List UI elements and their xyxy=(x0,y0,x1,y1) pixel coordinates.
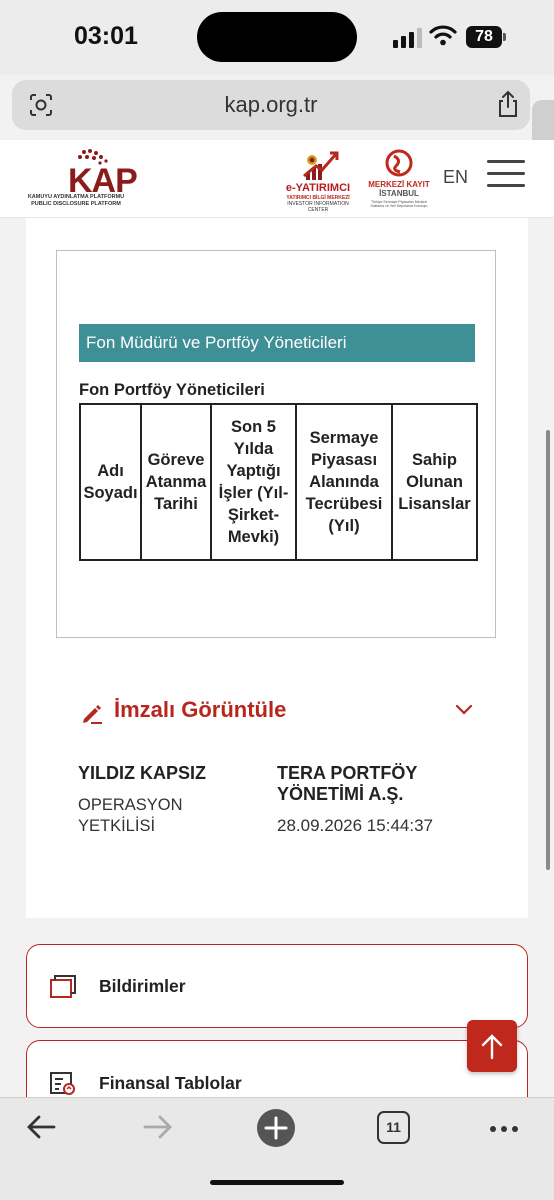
mkk-title-line2: İSTANBUL xyxy=(379,189,419,198)
kap-logo-subtitle: KAMUYU AYDINLATMA PLATFORMU PUBLIC DISCL… xyxy=(24,194,128,208)
signer-role-line2: YETKİLİSİ xyxy=(78,817,156,835)
signature-date: 28.09.2026 15:44:37 xyxy=(277,816,433,835)
company-name: TERA PORTFÖY YÖNETİMİ A.Ş. xyxy=(277,763,477,805)
kap-logo-line1: KAMUYU AYDINLATMA PLATFORMU xyxy=(27,194,125,200)
back-arrow-icon[interactable] xyxy=(24,1110,58,1149)
header-past-work-line3: Yaptığı xyxy=(226,462,281,480)
header-appointment-line1: Göreve xyxy=(147,451,205,469)
nav-item-label: Bildirimler xyxy=(99,976,186,996)
header-name: Adı Soyadı xyxy=(79,403,142,561)
header-licenses-line2: Olunan xyxy=(406,473,463,491)
status-bar: 03:01 78 xyxy=(0,0,554,75)
section-title-bar: Fon Müdürü ve Portföy Yöneticileri xyxy=(79,324,475,362)
header-experience-line1: Sermaye xyxy=(309,429,379,447)
header-past-work-line5: Şirket- xyxy=(227,506,280,524)
address-bar[interactable]: kap.org.tr xyxy=(12,80,530,130)
company-name-line1: TERA PORTFÖY xyxy=(277,763,418,783)
e-yatirimci-sub2: INVESTOR INFORMATION CENTER xyxy=(287,201,349,213)
mkk-title: MERKEZİ KAYIT İSTANBUL xyxy=(368,180,430,198)
header-experience: Sermaye Piyasası Alanında Tecrübesi (Yıl… xyxy=(295,403,393,561)
header-experience-line3: Alanında xyxy=(309,473,379,491)
battery-tip xyxy=(503,33,506,41)
fund-portfolio-managers-heading: Fon Portföy Yöneticileri xyxy=(79,381,265,399)
header-past-work-line1: Son 5 xyxy=(231,418,276,436)
new-tab-plus-icon[interactable] xyxy=(256,1108,296,1153)
header-appointment-date: Göreve Atanma Tarihi xyxy=(140,403,212,561)
header-experience-line5: (Yıl) xyxy=(328,517,360,535)
chevron-down-icon[interactable] xyxy=(455,703,473,721)
header-past-work-line4: İşler (Yıl- xyxy=(218,484,289,502)
notifications-icon xyxy=(49,973,77,1004)
signer-role: OPERASYON YETKİLİSİ xyxy=(78,795,228,837)
header-appointment-line3: Tarihi xyxy=(154,495,198,513)
kap-logo-line2: PUBLIC DISCLOSURE PLATFORM xyxy=(31,201,121,207)
scrollbar[interactable] xyxy=(546,430,550,870)
scroll-to-top-button[interactable] xyxy=(467,1020,517,1072)
header-past-work-line2: Yılda xyxy=(233,440,274,458)
signal-icon xyxy=(393,28,422,48)
signed-view-label[interactable]: İmzalı Görüntüle xyxy=(114,697,286,723)
signer-role-line1: OPERASYON xyxy=(78,796,183,814)
battery-icon: 78 xyxy=(466,26,502,48)
site-header: KAP KAMUYU AYDINLATMA PLATFORMU PUBLIC D… xyxy=(0,140,554,218)
header-past-work: Son 5 Yılda Yaptığı İşler (Yıl- Şirket- … xyxy=(210,403,297,561)
header-experience-line2: Piyasası xyxy=(310,451,378,469)
e-yatirimci-subtitle: YATIRIMCI BİLGİ MERKEZİ INVESTOR INFORMA… xyxy=(280,195,356,213)
dynamic-island xyxy=(197,12,357,62)
header-name-line1: Adı xyxy=(97,462,124,480)
mkk-subtitle: Türkiye Sermaye Piyasaları Merkezi Sakla… xyxy=(370,200,428,208)
header-past-work-line6: Mevki) xyxy=(227,528,280,546)
tabs-icon[interactable]: 11 xyxy=(377,1111,410,1144)
kap-logo[interactable]: KAP KAMUYU AYDINLATMA PLATFORMU PUBLIC D… xyxy=(24,148,138,214)
hamburger-icon[interactable] xyxy=(487,160,525,190)
arrow-up-icon xyxy=(481,1034,503,1060)
pen-icon xyxy=(80,701,104,730)
language-switch[interactable]: EN xyxy=(443,167,468,188)
wifi-icon xyxy=(429,24,457,51)
header-appointment-line2: Atanma xyxy=(145,473,207,491)
e-yatirimci-title: e-YATIRIMCI xyxy=(285,182,351,194)
header-licenses-line1: Sahip xyxy=(412,451,457,469)
header-licenses-line3: Lisanslar xyxy=(398,495,471,513)
nav-item-notifications[interactable]: Bildirimler xyxy=(26,944,528,1028)
mkk-logo[interactable]: MERKEZİ KAYIT İSTANBUL Türkiye Sermaye P… xyxy=(368,148,430,210)
portfolio-managers-table: Adı Soyadı Göreve Atanma Tarihi Son 5 Yı… xyxy=(79,403,478,561)
signed-view-toggle[interactable]: İmzalı Görüntüle xyxy=(80,697,480,729)
header-experience-line4: Tecrübesi xyxy=(305,495,383,513)
signer-name: YILDIZ KAPSIZ xyxy=(78,763,207,783)
home-indicator xyxy=(210,1180,344,1185)
forward-arrow-icon[interactable] xyxy=(141,1110,175,1149)
e-yatirimci-logo[interactable]: e-YATIRIMCI YATIRIMCI BİLGİ MERKEZİ INVE… xyxy=(280,150,356,213)
nav-item-label: Finansal Tablolar xyxy=(99,1073,242,1093)
url-text[interactable]: kap.org.tr xyxy=(12,92,530,118)
more-icon[interactable] xyxy=(487,1112,521,1151)
company-name-line2: YÖNETİMİ A.Ş. xyxy=(277,784,404,804)
clock: 03:01 xyxy=(74,22,138,50)
header-name-line2: Soyadı xyxy=(83,484,138,502)
mkk-title-line1: MERKEZİ KAYIT xyxy=(368,180,430,189)
header-licenses: Sahip Olunan Lisanslar xyxy=(391,403,478,561)
share-icon[interactable] xyxy=(496,90,520,123)
